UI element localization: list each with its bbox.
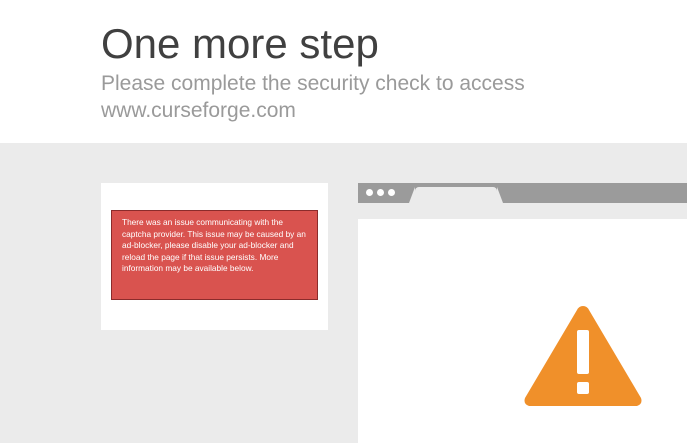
- browser-titlebar: [358, 183, 687, 203]
- main-area: There was an issue communicating with th…: [0, 143, 687, 443]
- captcha-error-message: There was an issue communicating with th…: [111, 210, 318, 300]
- browser-tab: [409, 187, 503, 203]
- page-header: One more step Please complete the securi…: [0, 0, 687, 143]
- browser-illustration: [358, 183, 687, 443]
- page-subtitle: Please complete the security check to ac…: [101, 72, 525, 122]
- captcha-container: There was an issue communicating with th…: [101, 183, 328, 330]
- window-dot: [388, 189, 395, 196]
- warning-icon: [524, 306, 642, 406]
- window-dot: [366, 189, 373, 196]
- browser-content: [358, 219, 687, 443]
- browser-toolbar: [358, 203, 687, 219]
- window-dot: [377, 189, 384, 196]
- page-title: One more step: [101, 20, 379, 67]
- window-dots: [366, 189, 395, 197]
